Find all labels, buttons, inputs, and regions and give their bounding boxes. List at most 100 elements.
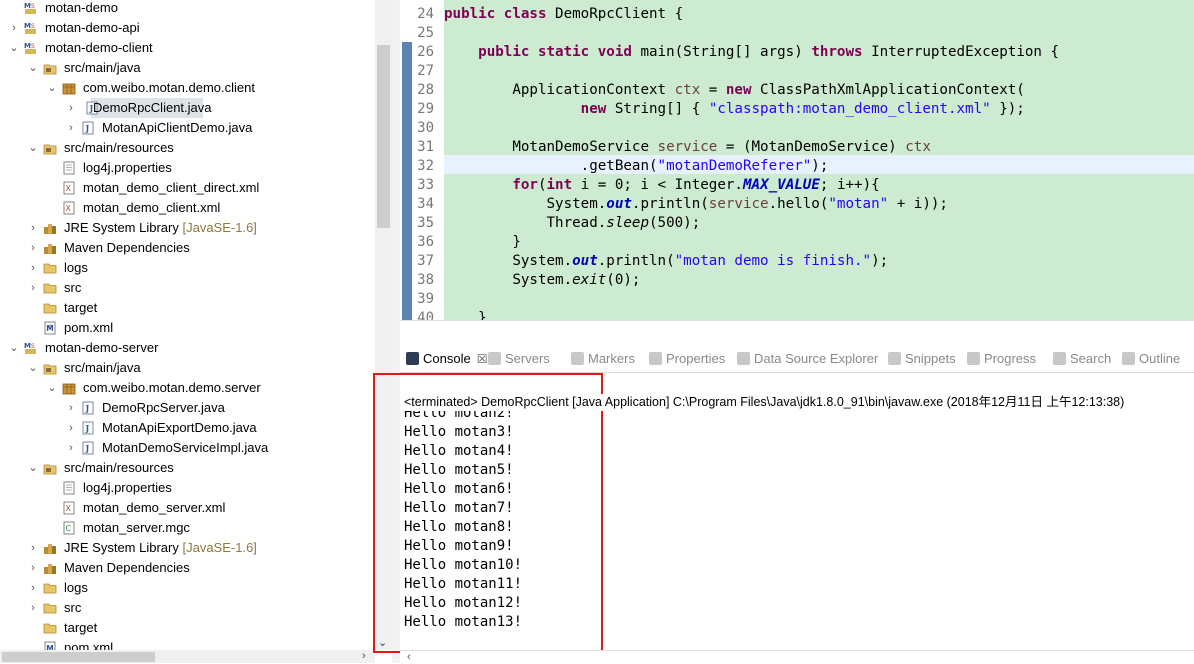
tree-item[interactable]: › Maven Dependencies	[0, 238, 375, 258]
chevron-down-icon[interactable]: ⌄	[8, 38, 20, 58]
tree-item[interactable]: › M Smotan-demo-api	[0, 18, 375, 38]
code-line[interactable]: ApplicationContext ctx = new ClassPathXm…	[444, 81, 1025, 100]
tree-item[interactable]: M Smotan-demo	[0, 0, 375, 18]
tree-item[interactable]: › src	[0, 598, 375, 618]
outline-icon	[1122, 352, 1135, 365]
tab-servers[interactable]: Servers	[488, 350, 550, 368]
chevron-down-icon[interactable]: ⌄	[27, 138, 39, 158]
code-line[interactable]: public static void main(String[] args) t…	[444, 43, 1059, 62]
tree-item[interactable]: Mpom.xml	[0, 318, 375, 338]
close-icon[interactable]: ☒	[477, 350, 488, 368]
chevron-right-icon[interactable]: ›	[27, 558, 39, 578]
tree-item[interactable]: ⌄ com.weibo.motan.demo.client	[0, 78, 375, 98]
code-line[interactable]: System.out.println("motan demo is finish…	[444, 252, 888, 271]
tab-search[interactable]: Search	[1053, 350, 1111, 368]
chevron-right-icon[interactable]: ›	[65, 398, 77, 418]
tree-item[interactable]: ⌄ src/main/resources	[0, 138, 375, 158]
chevron-down-icon[interactable]: ⌄	[46, 78, 58, 98]
chevron-right-icon[interactable]: ›	[65, 418, 77, 438]
source-folder-icon	[43, 141, 57, 155]
tree-item-label: src/main/resources	[64, 140, 174, 155]
chevron-down-icon[interactable]: ⌄	[8, 338, 20, 358]
tree-item[interactable]: ⌄ src/main/java	[0, 358, 375, 378]
chevron-right-icon[interactable]: ›	[65, 118, 77, 138]
tree-item[interactable]: › JRE System Library [JavaSE-1.6]	[0, 538, 375, 558]
chevron-down-icon[interactable]: ⌄	[27, 58, 39, 78]
tree-item-label: motan_demo_server.xml	[83, 500, 226, 515]
editor-horizontal-scrollbar[interactable]	[400, 320, 1194, 340]
tree-item[interactable]: ⌄ M Smotan-demo-client	[0, 38, 375, 58]
tree-vertical-scroll-thumb[interactable]	[377, 45, 390, 228]
folder-icon	[43, 281, 57, 295]
tree-item[interactable]: › src	[0, 278, 375, 298]
chevron-right-icon[interactable]: ›	[27, 258, 39, 278]
tab-properties[interactable]: Properties	[649, 350, 725, 368]
tree-item[interactable]: ⌄ com.weibo.motan.demo.server	[0, 378, 375, 398]
chevron-right-icon[interactable]: ›	[27, 538, 39, 558]
chevron-right-icon[interactable]: ›	[27, 218, 39, 238]
tree-item[interactable]: › J DemoRpcServer.java	[0, 398, 375, 418]
tree-item[interactable]: › Maven Dependencies	[0, 558, 375, 578]
svg-text:J: J	[85, 403, 90, 413]
tab-label: Console	[423, 351, 471, 366]
progress-icon	[967, 352, 980, 365]
scroll-left-arrow-icon[interactable]: ‹	[407, 651, 411, 663]
tab-data-source-explorer[interactable]: Data Source Explorer	[737, 350, 878, 368]
svg-text:M: M	[24, 342, 31, 350]
tree-item[interactable]: Cmotan_server.mgc	[0, 518, 375, 538]
tree-item[interactable]: › J MotanApiClientDemo.java	[0, 118, 375, 138]
chevron-right-icon[interactable]: ›	[27, 278, 39, 298]
code-line[interactable]: for(int i = 0; i < Integer.MAX_VALUE; i+…	[444, 176, 879, 195]
chevron-down-icon[interactable]: ⌄	[27, 358, 39, 378]
tree-item[interactable]: › J MotanApiExportDemo.java	[0, 418, 375, 438]
code-line[interactable]: new String[] { "classpath:motan_demo_cli…	[444, 100, 1025, 119]
tree-item[interactable]: Xmotan_demo_client.xml	[0, 198, 375, 218]
tree-item[interactable]: target	[0, 618, 375, 638]
tab-markers[interactable]: Markers	[571, 350, 635, 368]
tree-horizontal-scroll-thumb[interactable]	[2, 652, 155, 662]
chevron-right-icon[interactable]: ›	[8, 18, 20, 38]
tab-snippets[interactable]: Snippets	[888, 350, 956, 368]
tree-item[interactable]: › J DemoRpcClient.java	[69, 98, 212, 118]
chevron-right-icon[interactable]: ›	[65, 98, 77, 118]
code-token: exit	[572, 272, 607, 288]
code-line[interactable]: MotanDemoService service = (MotanDemoSer…	[444, 138, 931, 157]
code-line[interactable]: public class DemoRpcClient {	[444, 5, 683, 24]
code-line[interactable]: .getBean("motanDemoReferer");	[444, 157, 829, 176]
chevron-down-icon[interactable]: ⌄	[46, 378, 58, 398]
code-line[interactable]: Thread.sleep(500);	[444, 214, 700, 233]
console-horizontal-scrollbar[interactable]	[400, 650, 1194, 664]
tree-item[interactable]: Xmotan_demo_server.xml	[0, 498, 375, 518]
tree-item[interactable]: ⌄ src/main/java	[0, 58, 375, 78]
chevron-right-icon[interactable]: ›	[27, 598, 39, 618]
tree-item[interactable]: ⌄ src/main/resources	[0, 458, 375, 478]
tree-item[interactable]: › logs	[0, 578, 375, 598]
tab-outline[interactable]: Outline	[1122, 350, 1180, 368]
tree-item[interactable]: › logs	[0, 258, 375, 278]
svg-text:S: S	[31, 43, 35, 50]
tree-item[interactable]: › J MotanDemoServiceImpl.java	[0, 438, 375, 458]
tree-item[interactable]: target	[0, 298, 375, 318]
chevron-right-icon[interactable]: ›	[65, 438, 77, 458]
code-token: (	[537, 177, 547, 193]
code-token: "classpath:motan_demo_client.xml"	[708, 101, 991, 117]
tree-item[interactable]: Xmotan_demo_client_direct.xml	[0, 178, 375, 198]
code-line[interactable]: System.exit(0);	[444, 271, 640, 290]
tree-item-label: motan-demo-client	[45, 40, 153, 55]
code-line[interactable]: }	[444, 233, 521, 252]
java-editor[interactable]: 24 public class DemoRpcClient {25 26 publi…	[400, 0, 1194, 340]
chevron-right-icon[interactable]: ›	[27, 238, 39, 258]
code-token: new	[580, 101, 615, 117]
tree-item[interactable]: log4j.properties	[0, 158, 375, 178]
tab-progress[interactable]: Progress	[967, 350, 1036, 368]
tab-console[interactable]: Console ☒	[406, 350, 487, 368]
code-line[interactable]: System.out.println(service.hello("motan"…	[444, 195, 948, 214]
scroll-right-arrow-icon[interactable]: ›	[362, 650, 366, 662]
tree-item[interactable]: ⌄ M Smotan-demo-server	[0, 338, 375, 358]
tree-item[interactable]: log4j.properties	[0, 478, 375, 498]
scroll-left-arrow-icon[interactable]: ‹	[48, 321, 52, 333]
chevron-right-icon[interactable]: ›	[27, 578, 39, 598]
tree-item[interactable]: › JRE System Library [JavaSE-1.6]	[0, 218, 375, 238]
chevron-down-icon[interactable]: ⌄	[27, 458, 39, 478]
